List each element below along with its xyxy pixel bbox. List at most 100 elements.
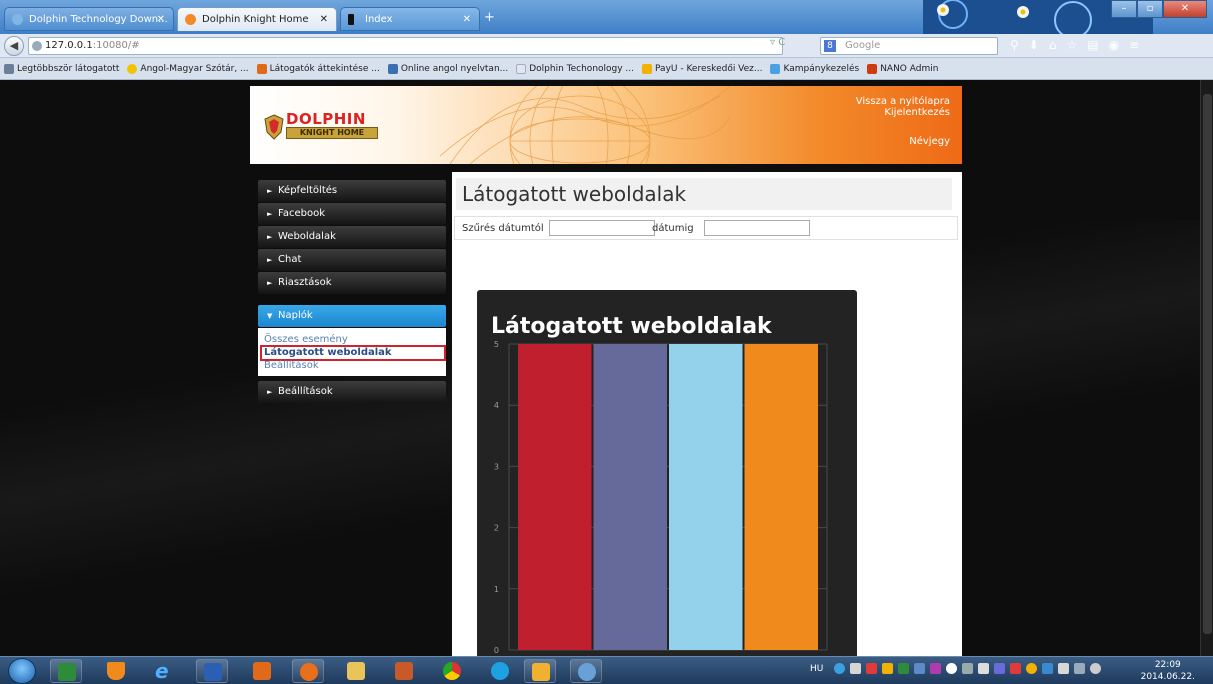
start-button[interactable] (8, 658, 36, 684)
tray-icon[interactable] (882, 663, 894, 674)
site-header: DOLPHIN KNIGHT HOME Vissza a nyitólapra … (250, 86, 962, 164)
address-bar[interactable]: 127.0.0.1:10080/# (28, 37, 783, 55)
caret-down-icon: ▼ (267, 312, 273, 320)
tray-icon[interactable] (1026, 663, 1038, 674)
vertical-scrollbar[interactable] (1200, 80, 1213, 656)
main-content: Látogatott weboldalak Szűrés dátumtól dá… (452, 172, 962, 656)
reload-icon[interactable]: ▿ C (770, 37, 785, 48)
sidebar-item-naplok[interactable]: ▼ Naplók (258, 305, 446, 327)
close-icon[interactable]: ✕ (157, 8, 165, 30)
home-icon[interactable]: ⌂ (1049, 38, 1057, 52)
sidebar-item-riasztasok[interactable]: ► Riasztások (258, 272, 446, 294)
globe-icon (32, 41, 42, 51)
taskbar-chrome[interactable] (436, 659, 468, 683)
download-icon[interactable]: ⬇ (1029, 38, 1039, 52)
sidebar-item-kepfeltoltes[interactable]: ► Képfeltöltés (258, 180, 446, 202)
language-indicator[interactable]: HU (810, 664, 823, 674)
network-icon[interactable] (1074, 663, 1086, 674)
tray-icon[interactable] (994, 663, 1006, 674)
bookmark-item[interactable]: Dolphin Techonology ... (516, 63, 635, 74)
business-card-link[interactable]: Névjegy (909, 136, 950, 147)
chart-bar (518, 344, 592, 650)
toolbar-icons: ⚲ ⬇ ⌂ ☆ ▤ ◉ ≡ (1010, 38, 1139, 52)
tray-icon[interactable] (866, 663, 878, 674)
tray-icon[interactable] (930, 663, 942, 674)
submenu-link-all-events[interactable]: Összes esemény (264, 335, 446, 345)
dolphin-logo[interactable]: DOLPHIN KNIGHT HOME (264, 110, 384, 146)
tray-icon[interactable] (898, 663, 910, 674)
logout-link[interactable]: Kijelentkezés (884, 107, 950, 118)
new-tab-button[interactable]: + (484, 10, 495, 25)
tray-icon[interactable] (834, 663, 846, 674)
bookmark-item[interactable]: NANO Admin (867, 63, 939, 74)
tray-icon[interactable] (1042, 663, 1054, 674)
submenu-link-settings[interactable]: Beállítások (264, 361, 446, 371)
sidebar-item-chat[interactable]: ► Chat (258, 249, 446, 271)
bookmark-label: NANO Admin (880, 63, 939, 74)
flag-icon[interactable] (1058, 663, 1070, 674)
y-tick-label: 0 (494, 646, 499, 655)
bookmark-label: Kampánykezelés (783, 63, 860, 74)
google-icon: 8 (824, 40, 836, 52)
scrollbar-thumb[interactable] (1203, 94, 1212, 634)
date-from-input[interactable] (549, 220, 655, 236)
tray-icon[interactable] (978, 663, 990, 674)
window-close-button[interactable]: ✕ (1163, 0, 1207, 18)
bookmark-item[interactable]: Látogatók áttekintése ... (256, 63, 380, 74)
taskbar-app[interactable] (388, 659, 420, 683)
bookmark-item[interactable]: PayU - Kereskedői Vez... (642, 63, 762, 74)
tray-icon[interactable] (946, 663, 958, 674)
taskbar-outlook[interactable] (524, 659, 556, 683)
bookmarks-list-icon[interactable]: ▤ (1087, 38, 1098, 52)
bookmark-item[interactable]: Angol-Magyar Szótár, ... (127, 63, 249, 74)
sidebar-item-label: Beállítások (278, 386, 333, 397)
taskbar-skype[interactable] (484, 659, 516, 683)
tray-icon[interactable] (914, 663, 926, 674)
zoom-icon[interactable]: ⚲ (1010, 38, 1019, 52)
tray-icon[interactable] (962, 663, 974, 674)
maximize-button[interactable]: ▫ (1137, 0, 1163, 18)
taskbar-media[interactable] (246, 659, 278, 683)
taskbar-word[interactable] (196, 659, 228, 683)
tab-dolphin-technology[interactable]: Dolphin Technology Down... ✕ (4, 7, 174, 31)
bookmark-item[interactable]: Kampánykezelés (770, 63, 860, 74)
caret-right-icon: ► (267, 210, 273, 218)
bookmark-item[interactable]: Online angol nyelvtan... (387, 63, 508, 74)
minimize-button[interactable]: – (1111, 0, 1137, 18)
addon-icon[interactable]: ◉ (1109, 38, 1119, 52)
menu-icon[interactable]: ≡ (1129, 38, 1139, 52)
back-button[interactable]: ◀ (4, 36, 24, 56)
close-icon[interactable]: ✕ (463, 8, 471, 30)
sidebar-item-weboldalak[interactable]: ► Weboldalak (258, 226, 446, 248)
close-icon[interactable]: ✕ (320, 8, 328, 31)
tray-icon[interactable] (1010, 663, 1022, 674)
back-to-home-link[interactable]: Vissza a nyitólapra (856, 96, 950, 107)
taskbar-firefox[interactable] (292, 659, 324, 683)
taskbar-excel[interactable] (50, 659, 82, 683)
date-to-input[interactable] (704, 220, 810, 236)
clock[interactable]: 22:09 2014.06.22. (1141, 659, 1195, 683)
submenu-link-visited-websites[interactable]: Látogatott weboldalak (260, 345, 446, 361)
sidebar-item-facebook[interactable]: ► Facebook (258, 203, 446, 225)
bookmark-star-icon[interactable]: ☆ (1066, 38, 1077, 52)
taskbar-internet-explorer[interactable]: e (148, 659, 180, 683)
shield-icon (264, 114, 284, 140)
sidebar-item-label: Riasztások (278, 277, 332, 288)
sidebar-item-beallitasok[interactable]: ► Beállítások (258, 381, 446, 403)
taskbar-vlc[interactable] (100, 659, 132, 683)
tab-label: Dolphin Knight Home (202, 14, 309, 25)
taskbar-paint[interactable] (570, 659, 602, 683)
tray-icon[interactable] (850, 663, 862, 674)
chart-panel: 0 1 2 3 4 5 Látogatott weboldalak (477, 290, 857, 656)
bookmark-item[interactable]: Legtöbbször látogatott (4, 63, 119, 74)
taskbar-explorer[interactable] (340, 659, 372, 683)
logo-subtitle: KNIGHT HOME (286, 127, 378, 139)
volume-icon[interactable] (1090, 663, 1102, 674)
page-icon (348, 14, 354, 25)
tab-index[interactable]: Index ✕ (340, 7, 480, 31)
y-tick-label: 4 (494, 401, 499, 410)
search-input[interactable]: 8 Google (820, 37, 998, 55)
bookmark-label: Dolphin Techonology ... (529, 63, 635, 74)
tab-dolphin-knight-home[interactable]: Dolphin Knight Home ✕ (177, 7, 337, 31)
system-tray: HU (810, 663, 1102, 674)
